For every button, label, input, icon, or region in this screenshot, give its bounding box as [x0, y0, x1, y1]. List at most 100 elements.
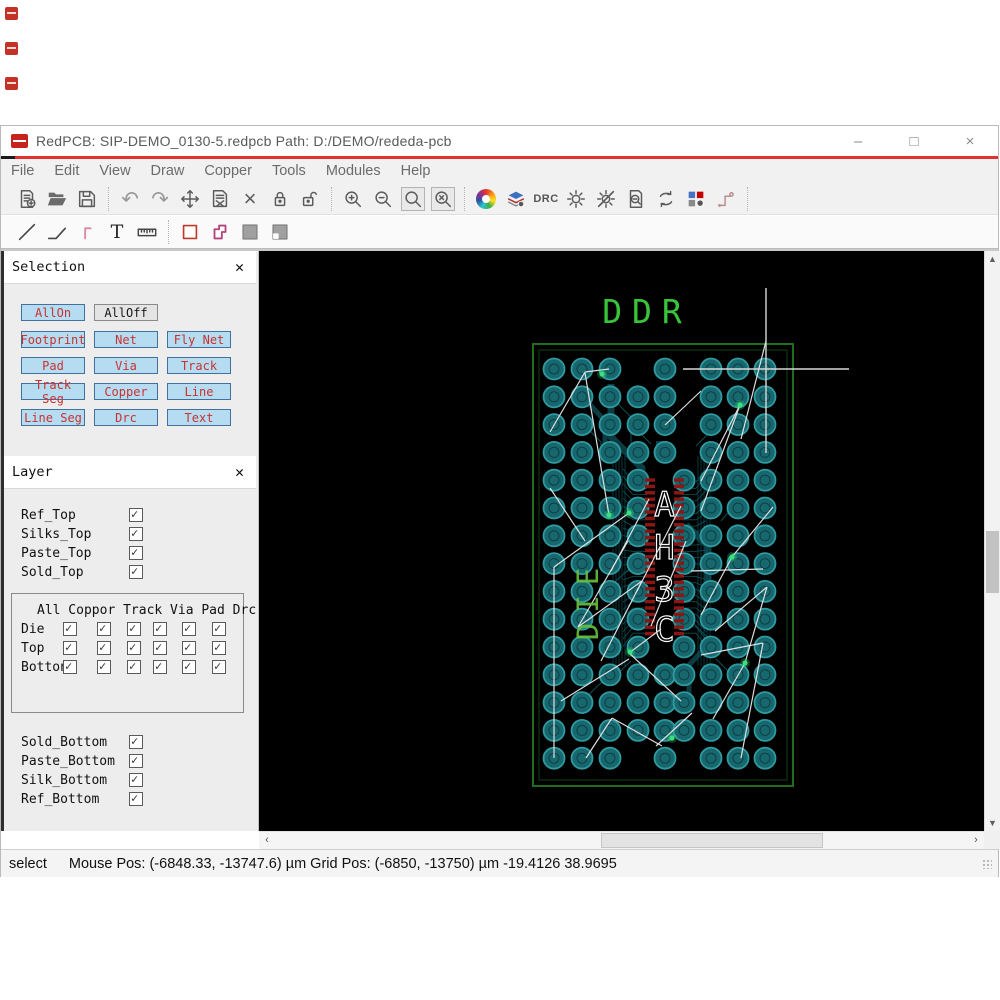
checkbox-top-coppor[interactable]	[97, 640, 111, 655]
menu-item-draw[interactable]: Draw	[141, 159, 195, 184]
minimize-button[interactable]: –	[830, 126, 886, 156]
track-stub-tool-icon[interactable]	[75, 220, 99, 244]
checkbox-botton-via[interactable]	[153, 659, 167, 674]
move-icon[interactable]	[178, 187, 202, 211]
checkbox-die-coppor[interactable]	[97, 621, 111, 636]
menu-item-view[interactable]: View	[89, 159, 140, 184]
selection-button-line[interactable]: Line	[167, 383, 231, 400]
drc-button[interactable]: DRC	[533, 187, 558, 211]
menu-item-tools[interactable]: Tools	[262, 159, 316, 184]
rect-filled-tool-icon[interactable]	[238, 220, 262, 244]
close-icon[interactable]: ✕	[235, 258, 244, 276]
line-tool-icon[interactable]	[15, 220, 39, 244]
menu-item-help[interactable]: Help	[391, 159, 441, 184]
checkbox-die-drc[interactable]	[212, 621, 226, 636]
checkbox-top-all[interactable]	[63, 640, 77, 655]
selection-button-track[interactable]: Track	[167, 357, 231, 374]
checkbox-botton-all[interactable]	[63, 659, 77, 674]
zoom-cancel-icon[interactable]	[431, 187, 455, 211]
undo-icon[interactable]: ↶	[118, 187, 142, 211]
modules-settings-icon[interactable]	[684, 187, 708, 211]
checkbox-sold_bottom[interactable]	[129, 734, 143, 749]
checkbox-silk_bottom[interactable]	[129, 772, 143, 787]
desktop-icon[interactable]	[5, 7, 18, 20]
open-folder-icon[interactable]	[45, 187, 69, 211]
checkbox-top-drc[interactable]	[212, 640, 226, 655]
checkbox-ref_bottom[interactable]	[129, 791, 143, 806]
selection-button-alloff[interactable]: AllOff	[94, 304, 158, 321]
checkbox-die-track[interactable]	[127, 621, 141, 636]
rect-outline-tool-icon[interactable]	[178, 220, 202, 244]
close-icon[interactable]: ✕	[235, 463, 244, 481]
selection-button-net[interactable]: Net	[94, 331, 158, 348]
polyline-tool-icon[interactable]	[45, 220, 69, 244]
desktop-icon[interactable]	[5, 77, 18, 90]
checkbox-botton-coppor[interactable]	[97, 659, 111, 674]
selection-button-copper[interactable]: Copper	[94, 383, 158, 400]
menu-item-modules[interactable]: Modules	[316, 159, 391, 184]
menu-item-file[interactable]: File	[1, 159, 44, 184]
checkbox-silks_top[interactable]	[129, 526, 143, 541]
selection-button-allon[interactable]: AllOn	[21, 304, 85, 321]
checkbox-botton-track[interactable]	[127, 659, 141, 674]
selection-button-track-seg[interactable]: Track Seg	[21, 378, 85, 406]
vertical-scrollbar[interactable]: ▲ ▼	[984, 251, 1000, 831]
resize-grip-icon[interactable]	[982, 859, 992, 869]
checkbox-die-all[interactable]	[63, 621, 77, 636]
brightness-off-icon[interactable]	[594, 187, 618, 211]
brightness-icon[interactable]	[564, 187, 588, 211]
selection-button-line-seg[interactable]: Line Seg	[21, 409, 85, 426]
text-tool-icon[interactable]: T	[105, 220, 129, 244]
color-wheel-icon[interactable]	[474, 187, 498, 211]
ruler-tool-icon[interactable]	[135, 220, 159, 244]
layer-panel-header[interactable]: Layer ✕	[4, 456, 256, 489]
checkbox-botton-drc[interactable]	[212, 659, 226, 674]
new-file-icon[interactable]	[15, 187, 39, 211]
zoom-in-icon[interactable]	[341, 187, 365, 211]
checkbox-botton-pad[interactable]	[182, 659, 196, 674]
desktop-icon[interactable]	[5, 42, 18, 55]
checkbox-die-pad[interactable]	[182, 621, 196, 636]
selection-button-footprint[interactable]: Footprint	[20, 331, 86, 348]
delete-icon[interactable]: ×	[238, 186, 262, 211]
polygon-outline-tool-icon[interactable]	[208, 220, 232, 244]
selection-button-text[interactable]: Text	[167, 409, 231, 426]
selection-button-fly-net[interactable]: Fly Net	[167, 331, 231, 348]
menu-item-edit[interactable]: Edit	[44, 159, 89, 184]
scroll-left-icon[interactable]: ‹	[259, 832, 275, 849]
checkbox-die-via[interactable]	[153, 621, 167, 636]
checkbox-paste_top[interactable]	[129, 545, 143, 560]
checkbox-top-pad[interactable]	[182, 640, 196, 655]
save-icon[interactable]	[75, 187, 99, 211]
pcb-canvas[interactable]: A H 3 C DDR DIE	[259, 251, 984, 831]
layer-stack-icon[interactable]	[504, 187, 528, 211]
vertical-scrollbar-thumb[interactable]	[986, 531, 999, 593]
route-icon[interactable]	[714, 187, 738, 211]
horizontal-scrollbar[interactable]: ‹ ›	[259, 831, 984, 849]
scroll-right-icon[interactable]: ›	[968, 832, 984, 849]
horizontal-scrollbar-thumb[interactable]	[601, 833, 823, 848]
cut-document-icon[interactable]	[208, 187, 232, 211]
redo-icon[interactable]: ↷	[148, 187, 172, 211]
unlock-icon[interactable]	[298, 187, 322, 211]
checkbox-ref_top[interactable]	[129, 507, 143, 522]
zoom-out-icon[interactable]	[371, 187, 395, 211]
selection-button-via[interactable]: Via	[94, 357, 158, 374]
checkbox-top-track[interactable]	[127, 640, 141, 655]
title-bar[interactable]: RedPCB: SIP-DEMO_0130-5.redpcb Path: D:/…	[1, 126, 998, 156]
checkbox-top-via[interactable]	[153, 640, 167, 655]
selection-panel-header[interactable]: Selection ✕	[4, 251, 256, 284]
checkbox-paste_bottom[interactable]	[129, 753, 143, 768]
rect-notch-tool-icon[interactable]	[268, 220, 292, 244]
zoom-icon[interactable]	[401, 187, 425, 211]
scroll-up-icon[interactable]: ▲	[985, 251, 1000, 267]
scroll-down-icon[interactable]: ▼	[985, 815, 1000, 831]
selection-button-pad[interactable]: Pad	[21, 357, 85, 374]
menu-item-copper[interactable]: Copper	[194, 159, 262, 184]
swap-icon[interactable]	[654, 187, 678, 211]
document-zoom-icon[interactable]	[624, 187, 648, 211]
close-button[interactable]: ×	[942, 126, 998, 156]
lock-icon[interactable]	[268, 187, 292, 211]
selection-button-drc[interactable]: Drc	[94, 409, 158, 426]
checkbox-sold_top[interactable]	[129, 564, 143, 579]
